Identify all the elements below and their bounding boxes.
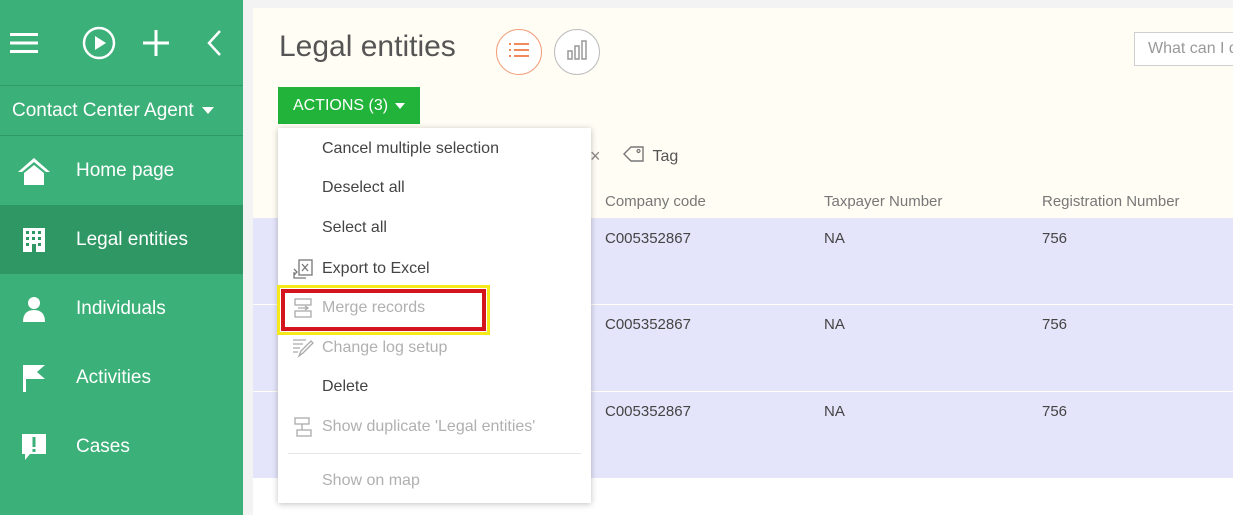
- menu-item-label: Delete: [322, 378, 369, 395]
- duplicate-icon: [278, 417, 322, 437]
- column-header-company-code[interactable]: Company code: [605, 193, 706, 210]
- bar-chart-icon: [567, 39, 587, 65]
- menu-item-change-log-setup[interactable]: Change log setup: [278, 330, 591, 366]
- menu-item-show-duplicate[interactable]: Show duplicate 'Legal entities': [278, 409, 591, 445]
- sidebar-item-label: Individuals: [76, 297, 166, 319]
- play-icon[interactable]: [70, 23, 128, 63]
- workplace-selector[interactable]: Contact Center Agent: [0, 86, 243, 136]
- list-icon: [509, 42, 529, 63]
- chevron-down-icon: [395, 102, 406, 109]
- command-line-input[interactable]: What can I d: [1134, 32, 1233, 66]
- tag-filter-bar: × Tag: [590, 145, 678, 168]
- menu-item-label: Select all: [322, 219, 387, 236]
- menu-item-label: Change log setup: [322, 339, 448, 356]
- actions-button-label: ACTIONS (3): [292, 96, 389, 114]
- menu-item-delete[interactable]: Delete: [278, 369, 591, 405]
- table-cell: 756: [1042, 230, 1068, 247]
- tag-button[interactable]: Tag: [653, 148, 679, 166]
- workplace-label: Contact Center Agent: [12, 99, 194, 121]
- menu-item-select-all[interactable]: Select all: [278, 210, 591, 246]
- table-cell: C005352867: [605, 403, 691, 420]
- sidebar-item-individuals[interactable]: Individuals: [0, 274, 243, 343]
- sidebar-item-home-page[interactable]: Home page: [0, 136, 243, 205]
- person-icon: [0, 296, 76, 322]
- menu-item-cancel-multiple-selection[interactable]: Cancel multiple selection: [278, 131, 591, 167]
- table-cell: 756: [1042, 403, 1068, 420]
- building-icon: [0, 227, 76, 252]
- sidebar-item-activities[interactable]: Activities: [0, 343, 243, 412]
- add-icon[interactable]: [128, 23, 186, 63]
- menu-item-deselect-all[interactable]: Deselect all: [278, 170, 591, 206]
- table-cell: C005352867: [605, 316, 691, 333]
- exclamation-icon: [0, 433, 76, 460]
- page-title: Legal entities: [279, 30, 456, 63]
- excel-export-icon: [278, 259, 322, 279]
- table-cell: NA: [824, 230, 845, 247]
- sidebar-item-label: Legal entities: [76, 228, 188, 250]
- analytics-view-button[interactable]: [554, 29, 600, 75]
- sidebar-item-label: Cases: [76, 435, 130, 457]
- menu-item-label: Show on map: [322, 472, 420, 489]
- menu-item-show-on-map[interactable]: Show on map: [278, 463, 591, 499]
- chevron-down-icon: [201, 107, 214, 114]
- menu-item-label: Cancel multiple selection: [322, 140, 499, 157]
- sidebar-toolbar: [0, 0, 243, 86]
- list-view-button[interactable]: [496, 29, 542, 75]
- sidebar-item-label: Activities: [76, 366, 151, 388]
- menu-item-label: Export to Excel: [322, 260, 430, 277]
- actions-button[interactable]: ACTIONS (3): [278, 87, 420, 124]
- tag-icon: [622, 145, 645, 168]
- table-cell: NA: [824, 403, 845, 420]
- menu-item-label: Deselect all: [322, 179, 405, 196]
- table-cell: 756: [1042, 316, 1068, 333]
- table-cell: NA: [824, 316, 845, 333]
- sidebar-item-legal-entities[interactable]: Legal entities: [0, 205, 243, 274]
- menu-divider: [288, 453, 581, 454]
- sidebar-item-cases[interactable]: Cases: [0, 412, 243, 481]
- column-header-taxpayer-number[interactable]: Taxpayer Number: [824, 193, 942, 210]
- menu-item-export-to-excel[interactable]: Export to Excel: [278, 251, 591, 287]
- menu-icon[interactable]: [10, 23, 70, 63]
- menu-item-label: Show duplicate 'Legal entities': [322, 418, 536, 435]
- close-icon[interactable]: ×: [590, 146, 601, 167]
- flag-icon: [0, 364, 76, 392]
- sidebar-item-label: Home page: [76, 159, 175, 181]
- sidebar: Contact Center Agent Home page Legal ent…: [0, 0, 243, 515]
- table-cell: C005352867: [605, 230, 691, 247]
- column-header-registration-number[interactable]: Registration Number: [1042, 193, 1180, 210]
- collapse-icon[interactable]: [185, 23, 243, 63]
- home-icon: [0, 156, 76, 186]
- change-log-icon: [278, 338, 322, 358]
- highlight-outline-red: [281, 289, 486, 331]
